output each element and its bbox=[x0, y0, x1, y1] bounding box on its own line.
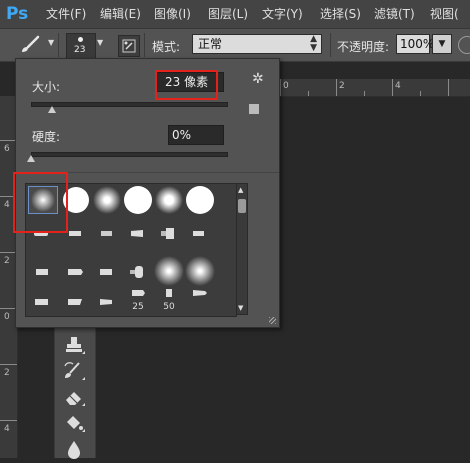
separator bbox=[330, 33, 331, 57]
brush-size-preview: 23 bbox=[74, 45, 86, 55]
brush-preset-tip[interactable] bbox=[61, 289, 91, 316]
brush-preset-tip[interactable] bbox=[28, 258, 58, 286]
brush-preset-tip[interactable] bbox=[92, 289, 122, 316]
ruler-label: 4 bbox=[4, 424, 10, 434]
menu-select[interactable]: 选择(S) bbox=[320, 5, 361, 22]
updown-arrows-icon: ▲ ▼ bbox=[310, 34, 317, 53]
brush-preset-tip[interactable] bbox=[154, 220, 184, 248]
history-brush-icon[interactable] bbox=[61, 360, 87, 382]
menu-bar: Ps 文件(F) 编辑(E) 图像(I) 图层(L) 文字(Y) 选择(S) 滤… bbox=[0, 0, 470, 29]
opacity-label: 不透明度: bbox=[337, 40, 390, 54]
brush-size-label: 25 bbox=[132, 302, 144, 312]
toolbox bbox=[54, 326, 96, 460]
mode-label: 模式: bbox=[152, 40, 181, 54]
brush-preset-tip[interactable] bbox=[28, 289, 58, 316]
annotation-highlight-size bbox=[155, 70, 218, 100]
airbrush-icon[interactable] bbox=[458, 36, 470, 54]
blend-mode-value: 正常 bbox=[198, 37, 223, 51]
menu-filter[interactable]: 滤镜(T) bbox=[374, 5, 415, 22]
brush-preset-tip[interactable] bbox=[185, 220, 215, 248]
clone-stamp-icon[interactable] bbox=[61, 334, 87, 356]
scroll-down-icon[interactable]: ▼ bbox=[238, 304, 243, 312]
brush-preset-tip[interactable] bbox=[92, 220, 122, 248]
scrollbar-thumb[interactable] bbox=[238, 199, 246, 213]
separator bbox=[144, 33, 145, 57]
menu-edit[interactable]: 编辑(E) bbox=[100, 5, 141, 22]
ruler-label: 2 bbox=[4, 256, 10, 266]
menu-image[interactable]: 图像(I) bbox=[154, 5, 191, 22]
resize-grip-icon[interactable] bbox=[269, 317, 276, 324]
size-slider-thumb[interactable] bbox=[47, 106, 56, 113]
ruler-label: 6 bbox=[4, 144, 10, 154]
brush-preset-soft-round-large[interactable] bbox=[154, 186, 184, 214]
ruler-label: 4 bbox=[4, 200, 10, 210]
ruler-label: 4 bbox=[395, 81, 401, 91]
brush-preset-picker-button[interactable]: 23 bbox=[66, 33, 96, 59]
menu-type[interactable]: 文字(Y) bbox=[262, 5, 303, 22]
brush-preset-soft-round[interactable] bbox=[92, 186, 122, 214]
brush-size-label: 50 bbox=[163, 302, 175, 312]
brush-tip-preview bbox=[78, 37, 83, 42]
brush-preset-tip[interactable] bbox=[185, 284, 215, 312]
brush-preset-25[interactable]: 25 bbox=[123, 284, 153, 312]
brush-preset-tip[interactable] bbox=[61, 258, 91, 286]
brush-preset-soft-round-xl[interactable] bbox=[154, 256, 184, 286]
menu-view[interactable]: 视图( bbox=[430, 5, 459, 22]
opacity-dropdown-icon[interactable]: ▼ bbox=[432, 34, 452, 54]
blend-mode-select[interactable]: 正常 ▲ ▼ bbox=[192, 34, 322, 54]
paint-bucket-icon[interactable] bbox=[61, 412, 87, 434]
new-preset-icon[interactable] bbox=[249, 104, 259, 114]
hardness-slider-thumb[interactable] bbox=[27, 155, 35, 162]
menu-layer[interactable]: 图层(L) bbox=[208, 5, 248, 22]
scroll-up-icon[interactable]: ▲ bbox=[238, 186, 243, 194]
brush-preset-50[interactable]: 50 bbox=[154, 284, 184, 312]
ruler-label: 2 bbox=[339, 81, 345, 91]
tool-preset-dropdown-icon[interactable]: ▼ bbox=[48, 38, 54, 47]
brush-preset-tip[interactable] bbox=[123, 220, 153, 248]
chevron-down-icon[interactable]: ▼ bbox=[97, 38, 103, 47]
toggle-brush-panel-icon[interactable] bbox=[118, 35, 140, 57]
brush-preset-hard-round-large[interactable] bbox=[123, 186, 153, 214]
brush-icon[interactable] bbox=[18, 35, 42, 58]
horizontal-ruler: 0 2 4 bbox=[278, 79, 470, 97]
ruler-label: 0 bbox=[4, 312, 10, 322]
menu-file[interactable]: 文件(F) bbox=[46, 5, 86, 22]
eraser-icon[interactable] bbox=[61, 386, 87, 408]
annotation-highlight-preset bbox=[13, 172, 68, 233]
opacity-input[interactable]: 100% bbox=[396, 34, 434, 54]
ruler-label: 2 bbox=[4, 368, 10, 378]
preset-grid-scrollbar[interactable]: ▲ ▼ bbox=[236, 183, 248, 315]
size-slider-track[interactable] bbox=[31, 102, 228, 107]
hardness-slider-track[interactable] bbox=[31, 152, 228, 157]
brush-preset-soft-round-xl[interactable] bbox=[185, 256, 215, 286]
brush-preset-tip[interactable] bbox=[92, 258, 122, 286]
hardness-label: 硬度: bbox=[32, 130, 61, 144]
size-label: 大小: bbox=[32, 80, 61, 94]
gear-icon[interactable]: ✲ bbox=[252, 71, 264, 87]
brush-preset-tip[interactable] bbox=[123, 258, 153, 286]
ruler-label: 0 bbox=[283, 81, 289, 91]
blur-icon[interactable] bbox=[61, 438, 87, 460]
brush-preset-hard-round-xl[interactable] bbox=[185, 186, 215, 214]
hardness-input[interactable]: 0% bbox=[168, 125, 224, 145]
separator bbox=[58, 33, 59, 57]
photoshop-logo: Ps bbox=[6, 4, 29, 24]
